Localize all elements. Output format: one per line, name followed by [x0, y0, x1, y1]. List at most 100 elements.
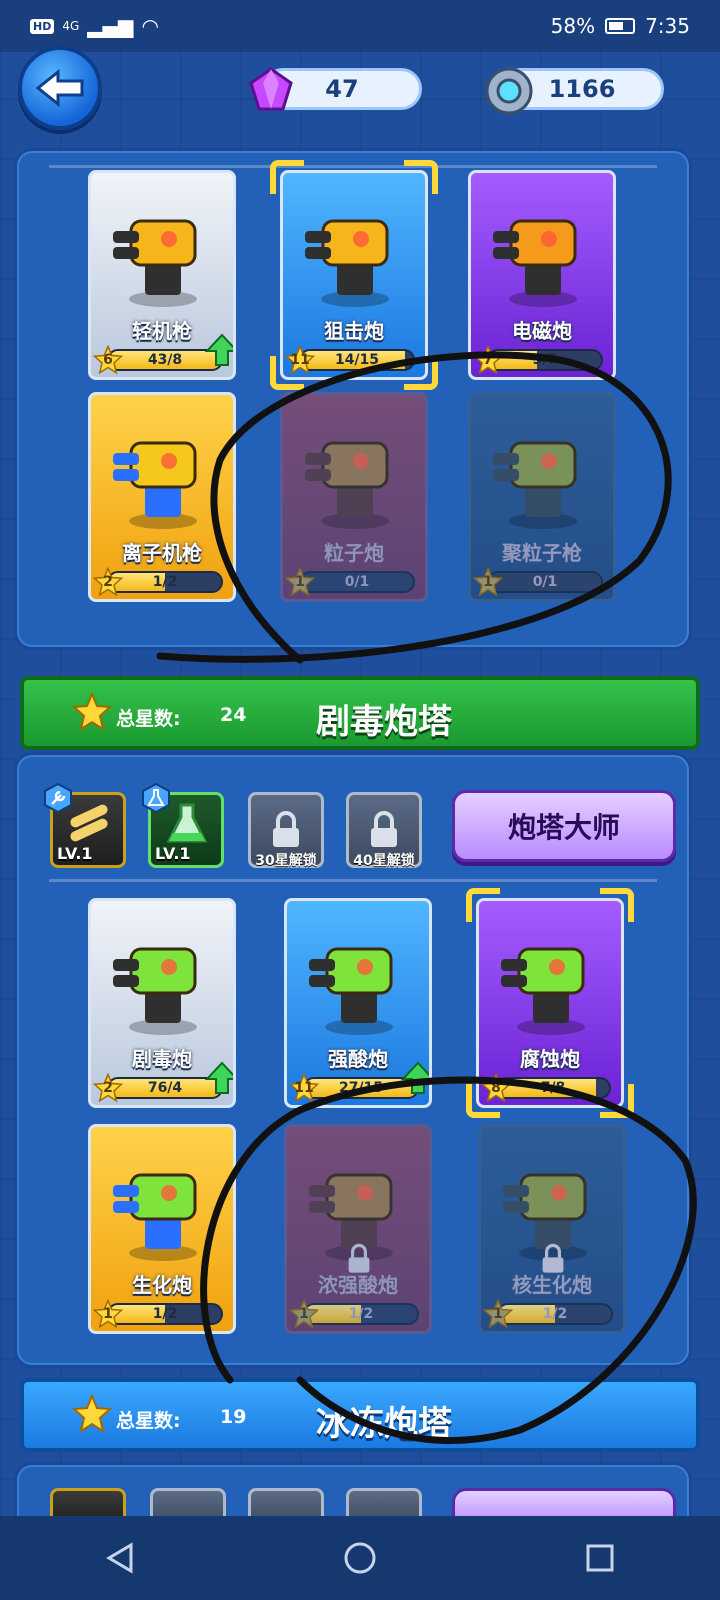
- level-star-badge: 1: [483, 1299, 513, 1329]
- tower-image: [113, 1173, 197, 1261]
- wifi-icon: ◠: [141, 14, 159, 38]
- tower-card[interactable]: 强酸炮 27/15 11: [284, 898, 432, 1108]
- tower-image: [501, 947, 585, 1035]
- card-count: 0/1: [532, 574, 558, 590]
- card-count: 1/2: [152, 574, 178, 590]
- tower-card[interactable]: 浓强酸炮 1/2 1: [284, 1124, 432, 1334]
- skill-ammo[interactable]: LV.1: [44, 783, 126, 868]
- star-total-label: 总星数:: [116, 708, 181, 730]
- level-star-badge: 2: [93, 1073, 123, 1103]
- tower-master-label: 炮塔大师: [507, 811, 620, 844]
- circle-home-icon: [344, 1542, 376, 1574]
- tower-card[interactable]: 腐蚀炮 7/8 8: [476, 898, 624, 1108]
- unlock-requirement: 30星解锁: [255, 853, 317, 869]
- skill-level: LV.1: [57, 844, 93, 863]
- tower-image: [493, 219, 577, 307]
- selection-corner: [404, 356, 438, 390]
- top-bar: 47 1166: [0, 40, 720, 130]
- tower-card[interactable]: 轻机枪 43/8 6: [88, 170, 236, 380]
- tower-level: 1: [103, 1306, 113, 1322]
- selection-corner: [270, 356, 304, 390]
- card-count: 1/2: [152, 1306, 178, 1322]
- tower-level: 1: [483, 574, 493, 590]
- tower-card[interactable]: 狙击炮 14/15 11: [280, 170, 428, 380]
- tower-image: [113, 947, 197, 1035]
- up-arrow-icon: [205, 333, 233, 366]
- up-arrow-icon: [205, 1061, 233, 1094]
- selection-corner: [600, 888, 634, 922]
- tower-card[interactable]: 聚粒子枪 0/1 1: [468, 392, 616, 602]
- card-count: 7/8: [540, 1080, 566, 1096]
- tower-card[interactable]: 生化炮 1/2 1: [88, 1124, 236, 1334]
- tower-master-button[interactable]: 炮塔大师: [452, 790, 676, 862]
- tower-level: 11: [294, 1080, 314, 1096]
- star-icon: [72, 1394, 112, 1434]
- star-total-count: 19: [220, 1406, 247, 1428]
- tower-image: [305, 219, 389, 307]
- card-progress-bar: 1/2: [107, 571, 223, 593]
- tower-name: 离子机枪: [122, 541, 202, 565]
- card-progress-bar: 1/2: [107, 1303, 223, 1325]
- tower-image: [309, 947, 393, 1035]
- tower-card[interactable]: 粒子炮 0/1 1: [280, 392, 428, 602]
- tower-level: 2: [103, 574, 113, 590]
- level-star-badge: 11: [289, 1073, 319, 1103]
- lock-icon: [371, 811, 397, 847]
- tower-image: [305, 441, 389, 529]
- tower-level: 6: [103, 352, 113, 368]
- card-count: 3/7: [532, 352, 558, 368]
- tower-card[interactable]: 剧毒炮 76/4 2: [88, 898, 236, 1108]
- back-arrow-icon: [35, 68, 84, 108]
- tower-level: 2: [103, 1080, 113, 1096]
- up-arrow-icon: [401, 1061, 429, 1094]
- tower-level: 1: [299, 1306, 309, 1322]
- tower-name: 粒子炮: [324, 541, 384, 565]
- tower-level: 7: [483, 352, 493, 368]
- tower-name: 聚粒子枪: [502, 541, 582, 565]
- star-total-count: 24: [220, 704, 247, 726]
- level-star-badge: 2: [93, 567, 123, 597]
- tower-card[interactable]: 核生化炮 1/2 1: [478, 1124, 626, 1334]
- tower-card[interactable]: 电磁炮 3/7 7: [468, 170, 616, 380]
- tower-name: 狙击炮: [324, 319, 384, 343]
- card-progress-bar: 0/1: [487, 571, 603, 593]
- card-count: 1/2: [348, 1306, 374, 1322]
- nav-recents-button[interactable]: [570, 1528, 630, 1588]
- hd-indicator: HD: [30, 18, 55, 34]
- tower-card[interactable]: 离子机枪 1/2 2: [88, 392, 236, 602]
- signal-bars-icon: ▂▄▆: [87, 14, 134, 38]
- tower-name: 生化炮: [132, 1273, 192, 1297]
- gear-coin-icon: [485, 67, 533, 115]
- gem-counter[interactable]: 47: [249, 67, 422, 111]
- clock: 7:35: [645, 14, 690, 38]
- nav-back-button[interactable]: [90, 1528, 150, 1588]
- nav-home-button[interactable]: [330, 1528, 390, 1588]
- level-star-badge: 1: [289, 1299, 319, 1329]
- signal-indicator: 4G: [62, 19, 80, 33]
- card-count: 14/15: [334, 352, 380, 368]
- selection-corner: [466, 1084, 500, 1118]
- skill-level: LV.1: [155, 844, 191, 863]
- purple-gem-icon: [249, 67, 293, 111]
- star-total-label: 总星数:: [116, 1410, 181, 1432]
- ice-tower-banner: 总星数: 19 冰冻炮塔: [20, 1378, 700, 1452]
- selection-corner: [466, 888, 500, 922]
- lock-icon: [273, 811, 299, 847]
- section-title: 冰冻炮塔: [316, 1404, 452, 1444]
- tower-name: 浓强酸炮: [318, 1273, 398, 1297]
- back-button[interactable]: [18, 46, 102, 130]
- divider: [49, 879, 657, 882]
- card-progress-bar: 7/8: [495, 1077, 611, 1099]
- tower-level: 1: [493, 1306, 503, 1322]
- level-star-badge: 1: [285, 567, 315, 597]
- card-progress-bar: 1/2: [303, 1303, 419, 1325]
- selection-corner: [600, 1084, 634, 1118]
- star-icon: [72, 692, 112, 732]
- skill-flask[interactable]: LV.1: [142, 783, 224, 868]
- tower-name: 电磁炮: [512, 319, 572, 343]
- divider: [49, 165, 657, 168]
- coin-counter[interactable]: 1166: [485, 67, 664, 115]
- level-star-badge: 1: [473, 567, 503, 597]
- card-progress-bar: 0/1: [299, 571, 415, 593]
- card-progress-bar: 14/15: [299, 349, 415, 371]
